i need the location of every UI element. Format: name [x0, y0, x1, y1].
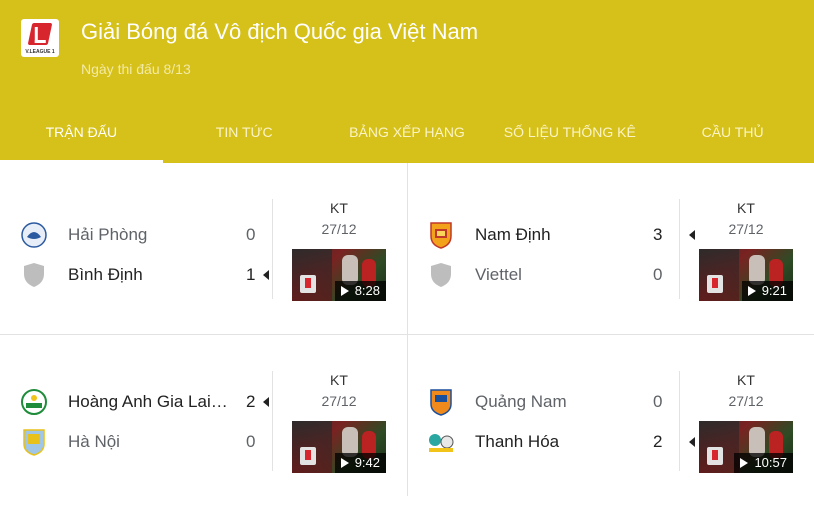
match-divider	[272, 199, 273, 299]
team-score: 0	[653, 265, 663, 284]
team-name: Hoàng Anh Gia Lai…	[68, 392, 228, 411]
away-team-row[interactable]: Hà Nội 0	[20, 428, 270, 456]
team-name: Viettel	[475, 265, 522, 284]
nam-dinh-crest-icon	[427, 221, 455, 249]
duration-text: 10:57	[754, 455, 787, 470]
team-score: 2	[246, 392, 256, 411]
match-date: 27/12	[728, 221, 764, 237]
vleague-badge-icon	[707, 275, 723, 293]
team-score: 0	[246, 432, 256, 451]
tab-statistics[interactable]: SỐ LIỆU THỐNG KÊ	[488, 113, 651, 163]
home-team-row[interactable]: Nam Định 3	[427, 221, 695, 249]
team-name: Bình Định	[68, 265, 143, 284]
matchday-label: Ngày thi đấu 8/13	[81, 61, 191, 77]
match-date: 27/12	[728, 393, 764, 409]
match-date: 27/12	[321, 221, 357, 237]
thanh-hoa-crest-icon	[427, 428, 455, 456]
team-name: Quảng Nam	[475, 392, 567, 411]
play-icon	[340, 458, 349, 468]
team-name: Thanh Hóa	[475, 432, 560, 451]
tab-bar: TRẬN ĐẤU TIN TỨC BẢNG XẾP HẠNG SỐ LIỆU T…	[0, 113, 814, 163]
match-date: 27/12	[321, 393, 357, 409]
logo-text: V.LEAGUE 1	[25, 49, 55, 55]
tab-news[interactable]: TIN TỨC	[163, 113, 326, 163]
vleague-badge-icon	[300, 275, 316, 293]
shield-placeholder-icon	[20, 261, 48, 289]
highlight-video-thumbnail[interactable]: 9:21	[699, 249, 793, 301]
vleague-badge-icon	[707, 447, 723, 465]
winner-arrow-icon	[263, 270, 269, 280]
ha-noi-crest-icon	[20, 428, 48, 456]
match-status: KT	[737, 372, 755, 388]
tab-players[interactable]: CẦU THỦ	[651, 113, 814, 163]
match-divider	[272, 371, 273, 471]
play-icon	[747, 286, 756, 296]
shield-placeholder-icon	[427, 261, 455, 289]
team-name: Nam Định	[475, 225, 551, 244]
tab-matches[interactable]: TRẬN ĐẤU	[0, 113, 163, 163]
highlight-video-thumbnail[interactable]: 9:42	[292, 421, 386, 473]
match-card[interactable]: Quảng Nam 0 Thanh Hóa 2 KT 27/12 10:57	[407, 335, 814, 505]
winner-arrow-icon	[689, 230, 695, 240]
team-score: 2	[653, 432, 663, 451]
away-team-row[interactable]: Bình Định 1	[20, 262, 270, 288]
video-duration: 8:28	[334, 281, 386, 301]
video-duration: 9:42	[334, 453, 386, 473]
league-header: V.LEAGUE 1 Giải Bóng đá Vô địch Quốc gia…	[0, 0, 814, 163]
play-icon	[740, 458, 749, 468]
team-name: Hải Phòng	[68, 225, 148, 244]
duration-text: 8:28	[354, 283, 380, 298]
match-status: KT	[330, 372, 348, 388]
match-divider	[679, 371, 680, 471]
away-team-row[interactable]: Thanh Hóa 2	[427, 428, 695, 456]
duration-text: 9:21	[761, 283, 787, 298]
match-status: KT	[330, 200, 348, 216]
team-score: 1	[246, 265, 256, 284]
team-score: 3	[653, 225, 663, 244]
tab-standings[interactable]: BẢNG XẾP HẠNG	[326, 113, 489, 163]
home-team-row[interactable]: Hải Phòng 0	[20, 222, 270, 248]
home-team-row[interactable]: Quảng Nam 0	[427, 388, 677, 416]
team-name: Hà Nội	[68, 432, 120, 451]
play-icon	[340, 286, 349, 296]
match-status: KT	[737, 200, 755, 216]
hai-phong-crest-icon	[20, 221, 48, 249]
away-team-row[interactable]: Viettel 0	[427, 262, 677, 288]
team-score: 0	[653, 392, 663, 411]
highlight-video-thumbnail[interactable]: 8:28	[292, 249, 386, 301]
highlight-video-thumbnail[interactable]: 10:57	[699, 421, 793, 473]
winner-arrow-icon	[263, 397, 269, 407]
vleague-logo-icon	[27, 23, 53, 45]
league-card: V.LEAGUE 1 Giải Bóng đá Vô địch Quốc gia…	[0, 0, 814, 496]
match-card[interactable]: Hoàng Anh Gia Lai… 2 Hà Nội 0 KT 27/12 9…	[0, 335, 407, 505]
video-duration: 9:21	[741, 281, 793, 301]
league-logo: V.LEAGUE 1	[21, 19, 59, 57]
vleague-badge-icon	[300, 447, 316, 465]
duration-text: 9:42	[354, 455, 380, 470]
team-score: 0	[246, 225, 256, 244]
quang-nam-crest-icon	[427, 388, 455, 416]
match-card[interactable]: Nam Định 3 Viettel 0 KT 27/12 9:21	[407, 163, 814, 333]
league-title[interactable]: Giải Bóng đá Vô địch Quốc gia Việt Nam	[81, 19, 478, 45]
match-card[interactable]: Hải Phòng 0 Bình Định 1 KT 27/12 8:28	[0, 163, 407, 333]
hagl-crest-icon	[20, 388, 48, 416]
match-divider	[679, 199, 680, 299]
video-duration: 10:57	[734, 453, 793, 473]
home-team-row[interactable]: Hoàng Anh Gia Lai… 2	[20, 389, 270, 415]
winner-arrow-icon	[689, 437, 695, 447]
